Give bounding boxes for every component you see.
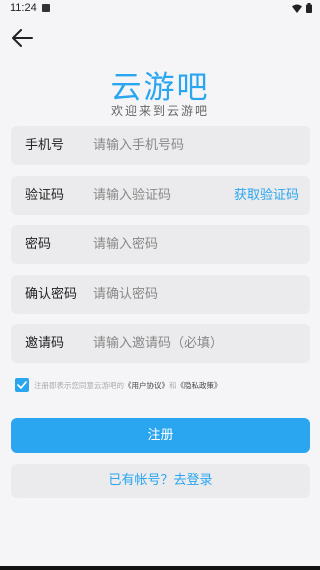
status-indicators — [292, 3, 312, 13]
arrow-left-icon — [12, 29, 33, 47]
password-input[interactable] — [93, 225, 233, 264]
status-time: 11:24 — [10, 2, 37, 14]
app-logo-title: 云游吧 — [110, 70, 210, 106]
privacy-policy-link[interactable]: 《隐私政策》 — [177, 381, 222, 390]
battery-icon — [306, 3, 312, 13]
confirm-password-input[interactable] — [93, 275, 233, 314]
agreement-row: 注册即表示您同意云游吧的《用户协议》和《隐私政策》 — [15, 377, 222, 393]
user-agreement-link[interactable]: 《用户协议》 — [124, 381, 169, 390]
welcome-subtitle: 欢迎来到云游吧 — [110, 104, 209, 118]
register-button[interactable]: 注册 — [11, 418, 310, 453]
get-code-button[interactable]: 获取验证码 — [234, 176, 299, 215]
checkmark-icon — [17, 381, 27, 389]
invite-code-input[interactable] — [93, 324, 293, 363]
go-login-button[interactable]: 已有帐号？去登录 — [11, 464, 310, 498]
phone-field: 手机号 — [11, 126, 310, 165]
phone-input[interactable] — [93, 126, 233, 165]
verification-code-field: 验证码 获取验证码 — [11, 176, 310, 215]
password-label: 密码 — [25, 237, 52, 252]
agreement-checkbox[interactable] — [15, 378, 29, 392]
confirm-password-field: 确认密码 — [11, 275, 310, 314]
invite-code-field: 邀请码 — [11, 324, 310, 363]
wifi-icon — [292, 4, 302, 13]
phone-label: 手机号 — [25, 138, 65, 153]
verification-code-input[interactable] — [93, 176, 233, 215]
notification-icon — [42, 4, 50, 12]
password-field: 密码 — [11, 225, 310, 264]
back-button[interactable] — [8, 26, 36, 50]
status-bar: 11:24 — [0, 0, 320, 18]
agreement-prefix: 注册即表示您同意云游吧的 — [34, 380, 124, 390]
bottom-system-bar — [0, 566, 320, 570]
agreement-and: 和 — [169, 380, 177, 390]
invite-code-label: 邀请码 — [25, 336, 65, 351]
verification-code-label: 验证码 — [25, 188, 65, 203]
agreement-text: 注册即表示您同意云游吧的《用户协议》和《隐私政策》 — [34, 380, 222, 391]
confirm-password-label: 确认密码 — [25, 287, 78, 302]
